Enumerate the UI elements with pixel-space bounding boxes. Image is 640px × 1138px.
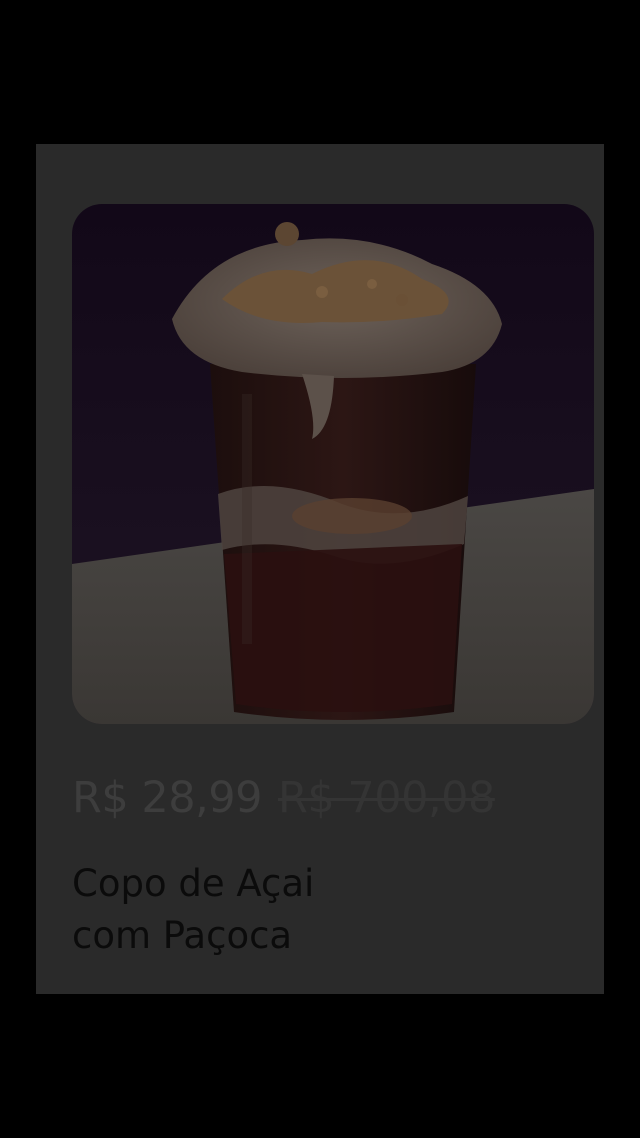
- screen: R$ 28,99 R$ 700,08 Copo de Açai com Paço…: [0, 0, 640, 1138]
- product-card[interactable]: R$ 28,99 R$ 700,08 Copo de Açai com Paço…: [36, 144, 604, 994]
- current-price: R$ 28,99: [72, 773, 263, 823]
- price-row: R$ 28,99 R$ 700,08: [72, 770, 495, 826]
- product-name: Copo de Açai com Paçoca: [72, 862, 315, 957]
- product-image: [72, 204, 594, 724]
- original-price: R$ 700,08: [278, 773, 495, 823]
